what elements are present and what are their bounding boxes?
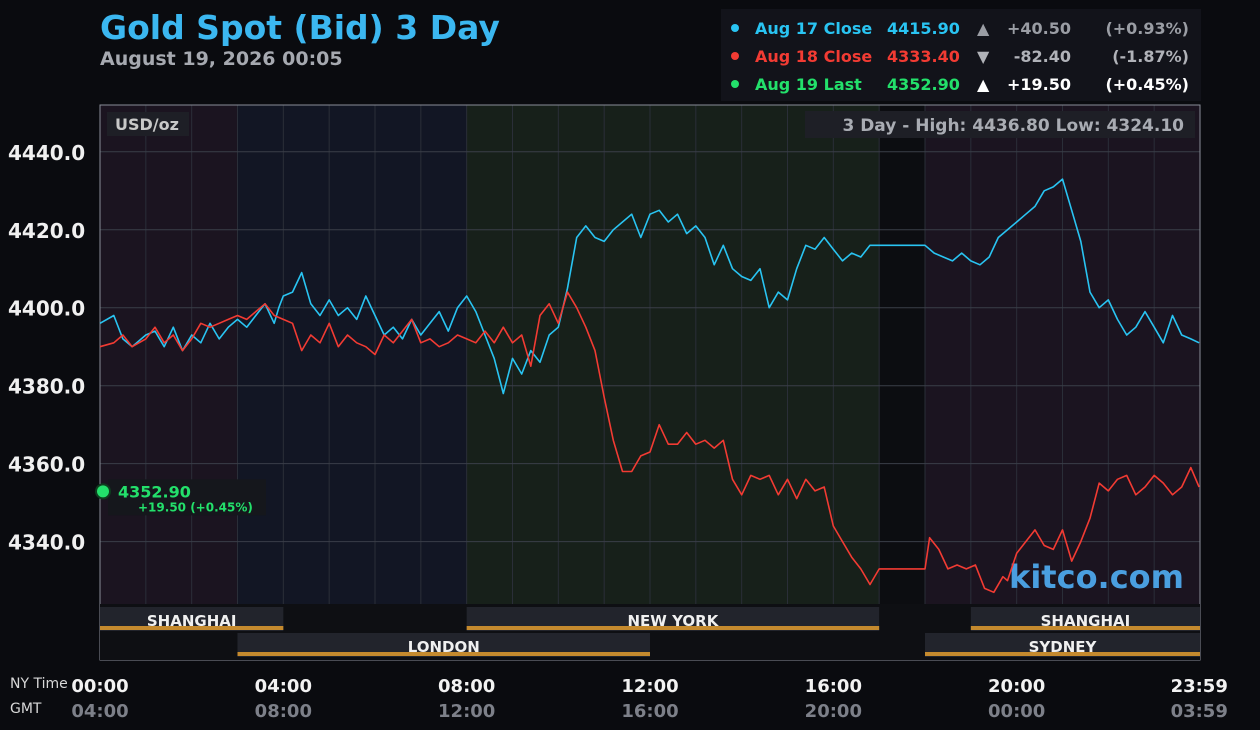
x-tick-label-gmt: 00:00	[988, 701, 1045, 722]
x-tick-label-gmt: 04:00	[71, 701, 128, 722]
x-tick-label-ny: 00:00	[71, 676, 128, 697]
price-chart: 4440.0 4420.0 4400.0 4380.0 4360.0 4340.0 USD/…	[8, 104, 1228, 722]
ny-time-row-label: NY Time	[10, 676, 68, 692]
x-tick-label-gmt: 08:00	[255, 701, 312, 722]
session-background-band	[879, 105, 925, 604]
y-tick-label: 4400.0	[8, 297, 85, 321]
session-label: SHANGHAI	[147, 612, 237, 630]
last-value-label: 4352.90	[118, 482, 191, 501]
y-tick-label: 4420.0	[8, 219, 85, 243]
x-tick-label-ny: 16:00	[805, 676, 862, 697]
watermark-logo: kitco.com	[1009, 558, 1184, 596]
x-tick-label-ny: 12:00	[621, 676, 678, 697]
x-tick-label-ny: 20:00	[988, 676, 1045, 697]
session-label: LONDON	[408, 638, 480, 656]
y-tick-label: 4440.0	[8, 141, 85, 165]
session-background-band	[100, 105, 238, 604]
x-tick-label-gmt: 16:00	[621, 701, 678, 722]
last-change-label: +19.50 (+0.45%)	[138, 500, 253, 514]
unit-label: USD/oz	[115, 115, 179, 134]
last-value-marker-icon	[95, 483, 111, 500]
session-background-band	[925, 105, 971, 604]
x-tick-label-ny: 04:00	[255, 676, 312, 697]
session-background-band	[237, 105, 467, 604]
y-tick-label: 4380.0	[8, 375, 85, 399]
y-tick-label: 4340.0	[8, 531, 85, 555]
y-tick-label: 4360.0	[8, 453, 85, 477]
session-label: SYDNEY	[1029, 638, 1098, 656]
x-tick-label-ny: 23:59	[1171, 676, 1228, 697]
x-tick-label-gmt: 03:59	[1171, 701, 1228, 722]
x-tick-label-ny: 08:00	[438, 676, 495, 697]
session-label: SHANGHAI	[1041, 612, 1131, 630]
x-tick-label-gmt: 20:00	[805, 701, 862, 722]
range-label: 3 Day - High: 4436.80 Low: 4324.10	[842, 116, 1184, 136]
x-tick-label-gmt: 12:00	[438, 701, 495, 722]
gmt-row-label: GMT	[10, 701, 42, 717]
session-label: NEW YORK	[628, 612, 720, 630]
